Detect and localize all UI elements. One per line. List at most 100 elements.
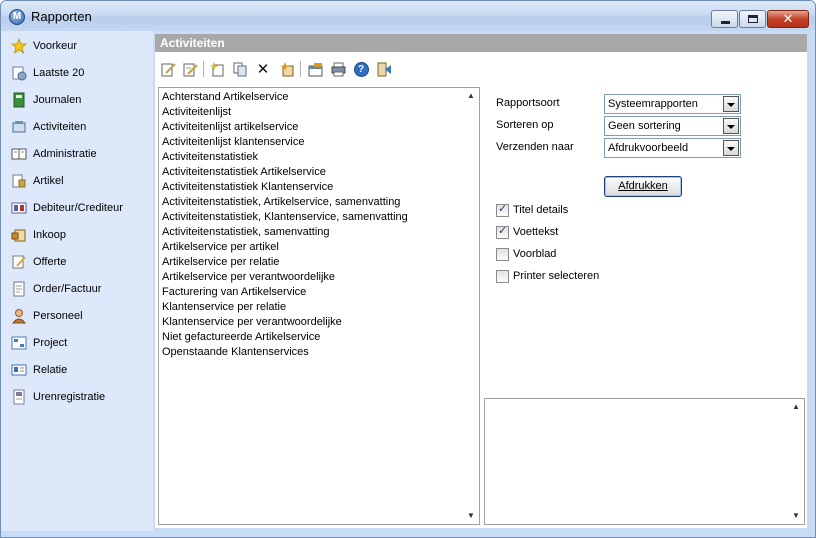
maximize-button[interactable] xyxy=(739,10,766,28)
scroll-down-icon[interactable]: ▼ xyxy=(788,508,804,524)
panel-title: Activiteiten xyxy=(160,36,225,50)
sidebar-item-offerte[interactable]: Offerte xyxy=(1,249,151,275)
list-item[interactable]: Artikelservice per relatie xyxy=(162,255,464,270)
afdrukken-button[interactable]: Afdrukken xyxy=(604,176,682,197)
maximize-icon xyxy=(748,15,758,23)
list-item[interactable]: Openstaande Klantenservices xyxy=(162,345,464,360)
list-item[interactable]: Klantenservice per relatie xyxy=(162,300,464,315)
sidebar-item-urenregistratie[interactable]: Urenregistratie xyxy=(1,384,151,410)
sidebar-item-label: Debiteur/Crediteur xyxy=(33,202,123,214)
edit-properties-button[interactable] xyxy=(181,60,199,78)
edit-button[interactable] xyxy=(159,60,177,78)
chevron-down-icon xyxy=(727,103,735,107)
help-button[interactable]: ? xyxy=(352,60,370,78)
list-item[interactable]: Facturering van Artikelservice xyxy=(162,285,464,300)
titel-details-label: Titel details xyxy=(513,204,569,216)
list-item[interactable]: Activiteitenstatistiek Artikelservice xyxy=(162,165,464,180)
sidebar: Voorkeur Laatste 20 Journalen Activiteit… xyxy=(1,31,153,531)
rapportsoort-dropdown-button[interactable] xyxy=(723,96,739,112)
sidebar-item-artikel[interactable]: Artikel xyxy=(1,168,151,194)
report-list-scrollbar[interactable]: ▲ ▼ xyxy=(463,88,479,524)
printer-selecteren-checkbox[interactable] xyxy=(496,269,509,283)
titel-details-checkbox[interactable]: ✓ xyxy=(496,202,509,217)
report-description-box[interactable]: ▲ ▼ xyxy=(484,398,805,525)
sidebar-item-debiteur-crediteur[interactable]: Debiteur/Crediteur xyxy=(1,195,151,221)
sorteren-dropdown-button[interactable] xyxy=(723,118,739,134)
list-item[interactable]: Achterstand Artikelservice xyxy=(162,90,464,105)
sidebar-item-label: Journalen xyxy=(33,94,82,106)
close-button[interactable]: ✕ xyxy=(767,10,809,28)
voorblad-option[interactable]: Voorblad xyxy=(496,246,556,262)
list-item[interactable]: Activiteitenstatistiek, Artikelservice, … xyxy=(162,195,464,210)
voorblad-checkbox[interactable] xyxy=(496,247,509,261)
delete-button[interactable]: ✕ xyxy=(254,60,272,78)
sidebar-item-personeel[interactable]: Personeel xyxy=(1,303,151,329)
list-item[interactable]: Activiteitenstatistiek xyxy=(162,150,464,165)
list-item[interactable]: Activiteitenlijst klantenservice xyxy=(162,135,464,150)
titel-details-option[interactable]: ✓ Titel details xyxy=(496,202,568,218)
voettekst-checkbox[interactable]: ✓ xyxy=(496,225,509,239)
activities-icon xyxy=(11,119,27,135)
scroll-up-icon[interactable]: ▲ xyxy=(788,399,804,415)
verzenden-select[interactable]: Afdrukvoorbeeld xyxy=(604,138,741,158)
voettekst-option[interactable]: ✓ Voettekst xyxy=(496,224,558,240)
sidebar-item-inkoop[interactable]: Inkoop xyxy=(1,222,151,248)
settings-button[interactable] xyxy=(306,60,324,78)
rapportsoort-value: Systeemrapporten xyxy=(608,98,698,110)
edit-icon xyxy=(161,62,176,76)
chevron-down-icon xyxy=(727,147,735,151)
import-icon xyxy=(279,61,293,76)
sidebar-item-project[interactable]: Project xyxy=(1,330,151,356)
import-button[interactable] xyxy=(277,60,295,78)
sidebar-item-activiteiten[interactable]: Activiteiten xyxy=(1,114,151,140)
sidebar-item-laatste-20[interactable]: Laatste 20 xyxy=(1,60,151,86)
ledger-icon xyxy=(11,200,27,216)
sidebar-item-label: Project xyxy=(33,337,68,349)
description-scrollbar[interactable]: ▲ ▼ xyxy=(788,399,804,524)
list-item[interactable]: Klantenservice per verantwoordelijke xyxy=(162,315,464,330)
list-item[interactable]: Artikelservice per artikel xyxy=(162,240,464,255)
list-item[interactable]: Activiteitenlijst xyxy=(162,105,464,120)
copy-button[interactable] xyxy=(231,60,249,78)
list-item[interactable]: Activiteitenstatistiek, samenvatting xyxy=(162,225,464,240)
report-list[interactable]: Achterstand Artikelservice Activiteitenl… xyxy=(158,87,480,525)
checkmark-icon: ✓ xyxy=(498,202,508,215)
sidebar-item-order-factuur[interactable]: Order/Factuur xyxy=(1,276,151,302)
sidebar-item-label: Administratie xyxy=(33,148,97,160)
sorteren-label: Sorteren op xyxy=(496,119,554,131)
minimize-icon xyxy=(721,21,730,24)
new-report-button[interactable] xyxy=(208,60,226,78)
voettekst-label: Voettekst xyxy=(513,226,559,238)
report-list-items: Achterstand Artikelservice Activiteitenl… xyxy=(159,88,464,360)
invoice-icon xyxy=(11,281,27,297)
sidebar-item-voorkeur[interactable]: Voorkeur xyxy=(1,33,151,59)
purchase-icon xyxy=(11,227,27,243)
verzenden-value: Afdrukvoorbeeld xyxy=(608,142,689,154)
title-bar[interactable]: M Rapporten ✕ xyxy=(1,1,815,31)
printer-selecteren-option[interactable]: Printer selecteren xyxy=(496,268,599,284)
list-item[interactable]: Activiteitenstatistiek Klantenservice xyxy=(162,180,464,195)
rapportsoort-select[interactable]: Systeemrapporten xyxy=(604,94,741,114)
sidebar-item-label: Artikel xyxy=(33,175,64,187)
sidebar-item-journalen[interactable]: Journalen xyxy=(1,87,151,113)
list-item[interactable]: Activiteitenstatistiek, Klantenservice, … xyxy=(162,210,464,225)
list-item[interactable]: Niet gefactureerde Artikelservice xyxy=(162,330,464,345)
app-logo-icon: M xyxy=(9,9,25,25)
sidebar-item-relatie[interactable]: Relatie xyxy=(1,357,151,383)
book-icon xyxy=(11,146,27,162)
person-icon xyxy=(11,308,27,324)
sidebar-item-administratie[interactable]: Administratie xyxy=(1,141,151,167)
list-item[interactable]: Activiteitenlijst artikelservice xyxy=(162,120,464,135)
rapporten-window: M Rapporten ✕ Voorkeur Laatste 20 Journa… xyxy=(0,0,816,538)
verzenden-dropdown-button[interactable] xyxy=(723,140,739,156)
help-icon: ? xyxy=(353,61,369,77)
print-button-toolbar[interactable] xyxy=(329,60,347,78)
scroll-up-icon[interactable]: ▲ xyxy=(463,88,479,104)
list-item[interactable]: Artikelservice per verantwoordelijke xyxy=(162,270,464,285)
scroll-down-icon[interactable]: ▼ xyxy=(463,508,479,524)
minimize-button[interactable] xyxy=(711,10,738,28)
toolbar-separator xyxy=(300,61,301,77)
sorteren-select[interactable]: Geen sortering xyxy=(604,116,741,136)
exit-button[interactable] xyxy=(375,60,393,78)
verzenden-label: Verzenden naar xyxy=(496,141,574,153)
